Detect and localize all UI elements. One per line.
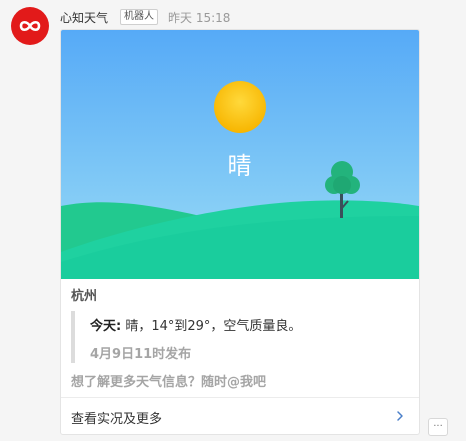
promo-text: 想了解更多天气信息？随时@我吧 [71, 375, 267, 390]
infinity-logo-icon [19, 20, 41, 32]
weather-card: 晴 杭州 今天: 晴，14°到29°，空气质量良。 4月9日11时发布 想了解更… [60, 29, 420, 435]
today-text: 晴，14°到29°，空气质量良。 [121, 319, 302, 334]
today-label: 今天: [90, 319, 122, 334]
chevron-right-icon [397, 411, 403, 421]
view-more-label: 查看实况及更多 [71, 412, 163, 427]
city-name: 杭州 [71, 289, 98, 304]
avatar[interactable] [11, 7, 49, 45]
view-more-link[interactable]: 查看实况及更多 [61, 398, 419, 434]
bot-badge: 机器人 [120, 9, 159, 25]
quote-bar [71, 311, 75, 363]
message-time: 昨天 15:18 [168, 10, 231, 25]
sender-name[interactable]: 心知天气 [60, 9, 108, 26]
today-forecast: 今天: 晴，14°到29°，空气质量良。 [90, 315, 301, 334]
chat-message: 心知天气 机器人 昨天 15:18 晴 杭州 今天: 晴，14°到29°，空气质… [0, 0, 466, 441]
sun-icon [214, 81, 266, 133]
weather-condition: 晴 [227, 152, 253, 180]
message-header: 心知天气 机器人 昨天 15:18 [60, 8, 230, 26]
ellipsis-icon[interactable]: ··· [428, 418, 448, 436]
publish-time: 4月9日11时发布 [90, 347, 192, 362]
